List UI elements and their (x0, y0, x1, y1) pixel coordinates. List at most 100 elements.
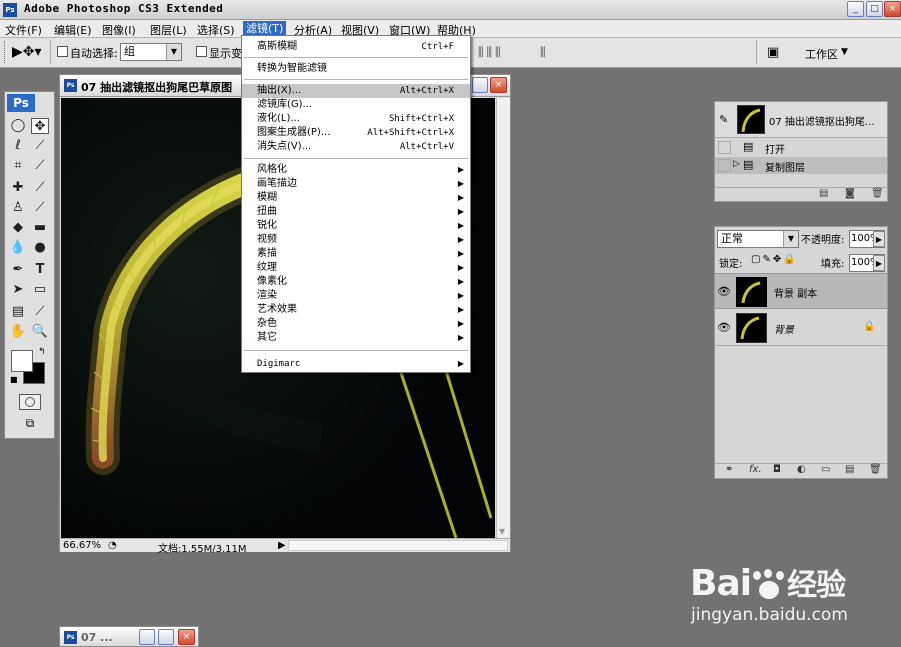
foreground-color-swatch[interactable] (11, 350, 33, 372)
new-group-icon[interactable]: ▭ (821, 464, 830, 475)
clone-stamp-icon[interactable]: ♙ (9, 200, 27, 216)
quick-mask-icon[interactable] (19, 394, 41, 410)
horizontal-scrollbar[interactable] (288, 540, 508, 551)
blend-mode-dropdown[interactable]: 正常 ▼ (717, 230, 799, 248)
close-button[interactable]: × (884, 1, 901, 17)
status-menu-arrow-icon[interactable]: ▶ (278, 540, 286, 551)
mini-restore-button[interactable] (139, 629, 155, 645)
menu-file[interactable]: 文件(F) (5, 22, 42, 38)
gradient-tool-icon[interactable]: ▬ (31, 220, 49, 236)
menu-select[interactable]: 选择(S) (197, 22, 235, 38)
marquee-tool-icon[interactable]: ◯ (9, 118, 27, 134)
layer-row[interactable]: 👁 背景 🔒 (715, 310, 887, 346)
history-source-slot[interactable] (718, 159, 731, 172)
menu-item-extract[interactable]: 抽出(X)... Alt+Ctrl+X (242, 84, 470, 98)
history-brush-source-icon[interactable]: ✎ (719, 113, 728, 126)
layer-row-selected[interactable]: 👁 背景 副本 (715, 273, 887, 309)
adjustment-layer-icon[interactable]: ◐ (797, 464, 806, 475)
show-transform-checkbox[interactable] (196, 46, 207, 57)
healing-brush-icon[interactable]: ✚ (9, 180, 27, 196)
restore-button[interactable]: □ (866, 1, 883, 17)
lasso-tool-icon[interactable]: ℓ (9, 138, 27, 154)
notes-tool-icon[interactable]: ▤ (9, 304, 27, 320)
hand-tool-icon[interactable]: ✋ (9, 324, 27, 340)
mini-maximize-button[interactable] (158, 629, 174, 645)
menu-item-digimarc[interactable]: Digimarc ▶ (242, 357, 470, 371)
auto-select-checkbox[interactable] (57, 46, 68, 57)
menu-item-render[interactable]: 渲染 ▶ (242, 289, 470, 303)
auto-align-icon[interactable]: ⫼ (540, 45, 546, 60)
pen-tool-icon[interactable]: ✒ (9, 262, 27, 278)
lock-options-icons[interactable]: ▢✎✥🔒 (751, 254, 798, 265)
history-brush-icon[interactable]: ⟋ (31, 200, 49, 216)
crop-tool-icon[interactable]: ⌗ (9, 158, 27, 174)
menu-edit[interactable]: 编辑(E) (54, 22, 92, 38)
menu-item-sketch[interactable]: 素描 ▶ (242, 247, 470, 261)
history-step-selected[interactable]: ▷ ▤ 复制图层 (715, 157, 887, 174)
visibility-eye-icon[interactable]: 👁 (717, 285, 731, 299)
menu-item-distort[interactable]: 扭曲 ▶ (242, 205, 470, 219)
menu-item-sharpen[interactable]: 锐化 ▶ (242, 219, 470, 233)
menu-item-other[interactable]: 其它 ▶ (242, 331, 470, 345)
zoom-tool-icon[interactable]: 🔍 (31, 324, 49, 340)
swap-colors-icon[interactable]: ↰ (38, 347, 46, 357)
menu-image[interactable]: 图像(I) (102, 22, 136, 38)
minimize-button[interactable]: _ (847, 1, 864, 17)
doc-close-button[interactable]: × (490, 77, 507, 93)
link-layers-icon[interactable]: ⚭ (725, 464, 733, 475)
dodge-tool-icon[interactable]: ● (31, 240, 49, 256)
trash-icon[interactable]: 🗑 (869, 464, 882, 475)
layer-mask-icon[interactable]: ◘ (773, 464, 781, 475)
history-snapshot-row[interactable]: ✎ 07 抽出滤镜抠出狗尾... (715, 102, 887, 138)
workspace-button[interactable]: 工作区 ▼ (792, 41, 854, 63)
menu-item-brush-strokes[interactable]: 画笔描边 ▶ (242, 177, 470, 191)
visibility-eye-icon[interactable]: 👁 (717, 321, 731, 335)
history-state-slider-icon[interactable]: ▷ (733, 159, 740, 169)
status-arrow-icon[interactable]: ◔ (108, 540, 117, 551)
bridge-icon[interactable]: ▣ (767, 45, 779, 60)
trash-icon[interactable]: 🗑 (871, 188, 884, 199)
type-tool-icon[interactable]: T (31, 262, 49, 278)
menu-item-convert-smart-filter[interactable]: 转换为智能滤镜 (242, 62, 470, 76)
menu-item-gaussian-blur[interactable]: 高斯模糊 Ctrl+F (242, 40, 470, 54)
brush-tool-icon[interactable]: ⟋ (31, 180, 49, 196)
menu-item-texture[interactable]: 纹理 ▶ (242, 261, 470, 275)
scroll-down-icon[interactable]: ▼ (499, 527, 505, 536)
mini-close-button[interactable]: × (178, 629, 195, 645)
eyedropper-tool-icon[interactable]: ⟋ (31, 304, 49, 320)
snapshot-camera-icon[interactable]: ◙ (845, 188, 855, 199)
doc-restore-button[interactable] (472, 77, 488, 93)
menu-item-pattern-maker[interactable]: 图案生成器(P)... Alt+Shift+Ctrl+X (242, 126, 470, 140)
eraser-tool-icon[interactable]: ◆ (9, 220, 27, 236)
fill-slider-arrow-icon[interactable]: ▶ (873, 255, 885, 271)
default-colors-icon[interactable]: ■ (10, 375, 18, 384)
menu-item-filter-gallery[interactable]: 滤镜库(G)... (242, 98, 470, 112)
menu-item-video[interactable]: 视频 ▶ (242, 233, 470, 247)
slice-tool-icon[interactable]: ⟋ (31, 158, 49, 174)
magic-wand-tool-icon[interactable]: ⟋ (31, 138, 49, 154)
distribute-icons[interactable]: ⫼⫼⫼ (478, 45, 504, 60)
layer-style-fx-icon[interactable]: fx. (749, 464, 762, 475)
shape-tool-icon[interactable]: ▭ (31, 282, 49, 298)
zoom-level[interactable]: 66.67% (63, 540, 101, 551)
path-select-icon[interactable]: ➤ (9, 282, 27, 298)
new-layer-icon[interactable]: ▤ (845, 464, 854, 475)
move-tool-icon[interactable]: ✥ (31, 118, 49, 134)
history-source-slot[interactable] (718, 141, 731, 154)
blur-tool-icon[interactable]: 💧 (9, 240, 27, 256)
menu-item-noise[interactable]: 杂色 ▶ (242, 317, 470, 331)
move-tool-icon[interactable]: ▶✥▾ (12, 44, 42, 60)
menu-item-stylize[interactable]: 风格化 ▶ (242, 163, 470, 177)
vertical-scrollbar[interactable]: ▼ (496, 98, 510, 538)
menu-item-blur[interactable]: 模糊 ▶ (242, 191, 470, 205)
auto-select-dropdown[interactable]: 组 ▼ (120, 43, 182, 61)
new-document-from-state-icon[interactable]: ▤ (819, 188, 828, 199)
minimized-document[interactable]: Ps 07 ... × (59, 626, 199, 647)
menu-item-artistic[interactable]: 艺术效果 ▶ (242, 303, 470, 317)
screen-mode-icon[interactable]: ⧉ (19, 416, 41, 432)
menu-item-vanishing-point[interactable]: 消失点(V)... Alt+Ctrl+V (242, 140, 470, 154)
history-step[interactable]: ▤ 打开 (715, 139, 887, 156)
options-grip[interactable] (4, 41, 6, 63)
menu-item-pixelate[interactable]: 像素化 ▶ (242, 275, 470, 289)
menu-item-liquify[interactable]: 液化(L)... Shift+Ctrl+X (242, 112, 470, 126)
